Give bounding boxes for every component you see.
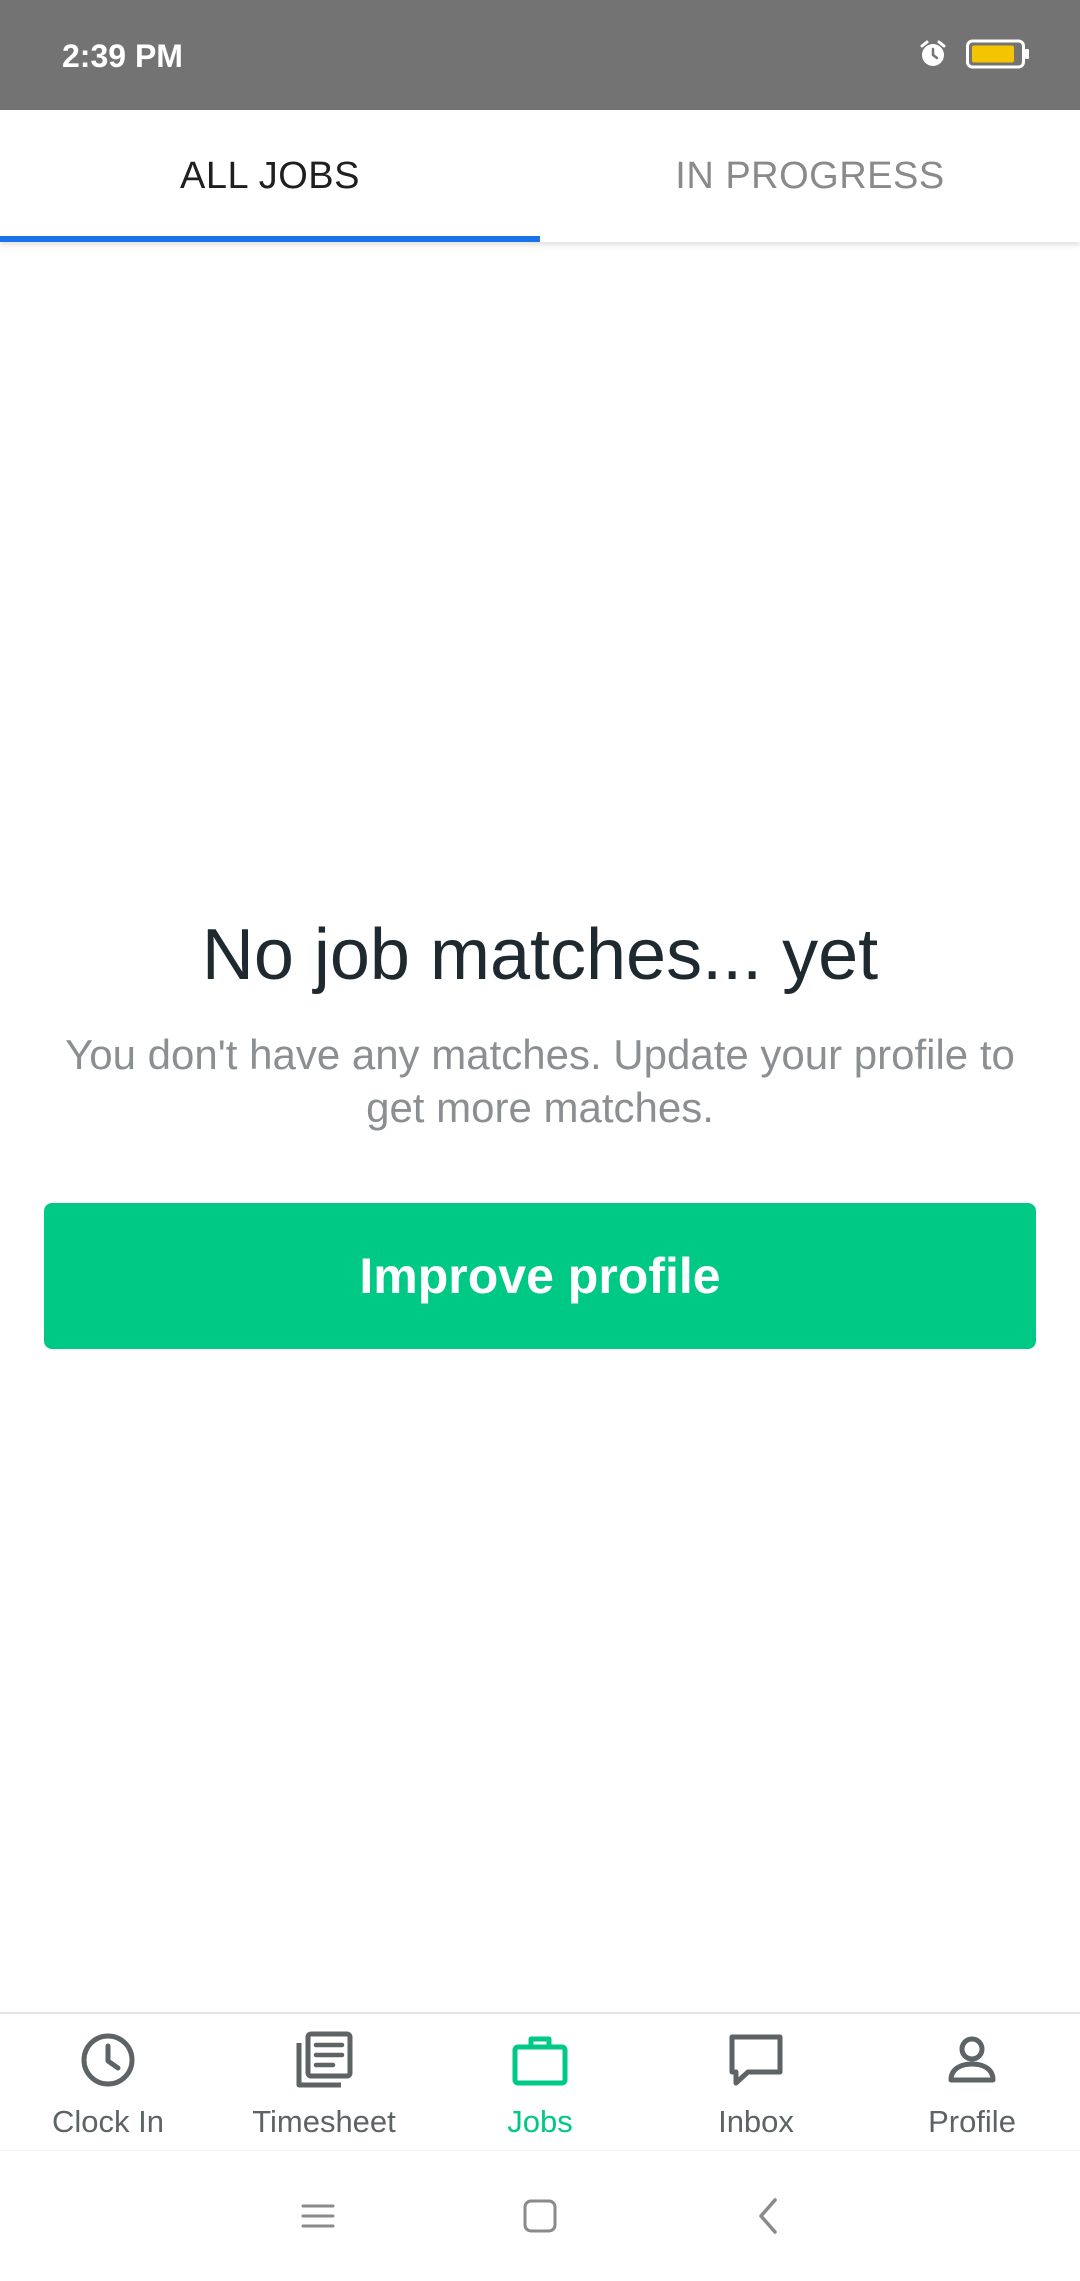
empty-state-title: No job matches... yet [201, 915, 879, 995]
timesheet-icon [292, 2028, 356, 2092]
tab-in-progress[interactable]: IN PROGRESS [540, 110, 1080, 242]
system-nav-bar [0, 2150, 1080, 2281]
nav-label-clock-in: Clock In [52, 2104, 164, 2139]
back-icon[interactable] [738, 2186, 798, 2246]
nav-label-jobs: Jobs [507, 2104, 573, 2139]
battery-icon [966, 39, 1030, 74]
clock-icon [76, 2028, 140, 2092]
improve-profile-button-label: Improve profile [359, 1248, 721, 1304]
improve-profile-button[interactable]: Improve profile [44, 1203, 1036, 1349]
status-bar: 2:39 PM [0, 0, 1080, 110]
status-time: 2:39 PM [62, 38, 183, 74]
nav-label-profile: Profile [928, 2104, 1016, 2139]
home-icon[interactable] [510, 2186, 570, 2246]
tab-bar: ALL JOBS IN PROGRESS [0, 110, 1080, 242]
status-icons [918, 36, 1030, 76]
nav-label-timesheet: Timesheet [252, 2104, 396, 2139]
tab-all-jobs-label: ALL JOBS [179, 154, 360, 197]
empty-state-subtitle: You don't have any matches. Update your … [65, 1031, 1015, 1131]
person-icon [940, 2028, 1004, 2092]
briefcase-icon [508, 2028, 572, 2092]
nav-item-jobs[interactable]: Jobs [432, 2014, 648, 2152]
alarm-icon [918, 39, 948, 74]
nav-item-profile[interactable]: Profile [864, 2014, 1080, 2152]
menu-icon[interactable] [288, 2186, 348, 2246]
tab-in-progress-label: IN PROGRESS [675, 154, 945, 197]
nav-item-inbox[interactable]: Inbox [648, 2014, 864, 2152]
nav-item-clock-in[interactable]: Clock In [0, 2014, 216, 2152]
chat-icon [724, 2028, 788, 2092]
bottom-nav: Clock In Timesheet Jobs Inbox Profile [0, 2012, 1080, 2152]
nav-label-inbox: Inbox [718, 2104, 794, 2139]
nav-item-timesheet[interactable]: Timesheet [216, 2014, 432, 2152]
tab-all-jobs[interactable]: ALL JOBS [0, 110, 540, 242]
